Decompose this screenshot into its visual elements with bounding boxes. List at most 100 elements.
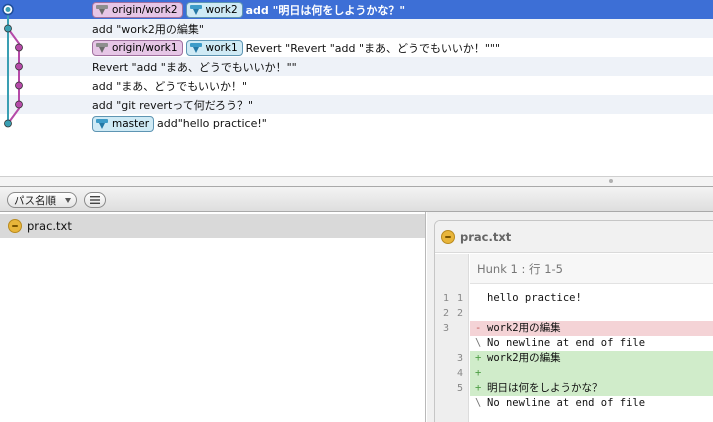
old-line-number: 2 <box>442 308 449 319</box>
commit-row-content: origin/work2 work2 add "明日は何をしようかな？" <box>92 0 405 19</box>
commit-row-content: add "まあ、どうでもいいか！" <box>92 76 247 95</box>
commit-row[interactable]: origin/work2 work2 add "明日は何をしようかな？" <box>0 0 713 19</box>
diff-line-code: \ No newline at end of file <box>470 336 713 351</box>
new-line-number: 2 <box>456 308 463 319</box>
remote-branch-icon <box>96 42 108 53</box>
diff-line-code: - work2用の編集 <box>470 321 713 336</box>
branch-label: origin/work1 <box>112 41 178 54</box>
diff-line-added[interactable]: 5 + 明日は何をしようかな？ <box>435 381 713 396</box>
diff-card: prac.txt Hunk 1 : 行 1-5 11 hello practic… <box>434 220 713 422</box>
diff-line-code: \ No newline at end of file <box>470 396 713 411</box>
diff-line-added[interactable]: 3 + work2用の編集 <box>435 351 713 366</box>
graph-node <box>15 62 23 71</box>
commit-row[interactable]: add "git revertって何だろう？" <box>0 95 713 114</box>
commit-message: add "まあ、どうでもいいか！" <box>92 79 248 93</box>
commit-row-content: Revert "add "まあ、どうでもいいか！"" <box>92 57 297 76</box>
diff-marker: \ <box>475 337 482 349</box>
graph-node <box>5 7 11 12</box>
commit-row[interactable]: origin/work1 work1 Revert "Revert "add "まあ… <box>0 38 713 57</box>
diff-file-name: prac.txt <box>460 229 512 244</box>
diff-line-context[interactable]: \ No newline at end of file <box>435 336 713 351</box>
graph-node <box>15 81 23 90</box>
file-name: prac.txt <box>27 219 72 233</box>
graph-node <box>4 24 12 33</box>
new-line-number: 3 <box>456 353 463 364</box>
graph-node <box>15 100 23 109</box>
commit-row-content: origin/work1 work1 Revert "Revert "add "まあ… <box>92 38 500 57</box>
diff-line-removed[interactable]: 3 - work2用の編集 <box>435 321 713 336</box>
hunk-header: Hunk 1 : 行 1-5 <box>470 254 713 284</box>
commit-message: Revert "Revert "add "まあ、どうでもいいか！""" <box>245 41 501 55</box>
commit-row-content: add "work2用の編集" <box>92 19 204 38</box>
branch-icon <box>96 118 108 129</box>
diff-marker <box>475 306 487 321</box>
commit-row-content: add "git revertって何だろう？" <box>92 95 253 114</box>
list-icon <box>90 196 100 204</box>
diff-file-header: prac.txt <box>435 221 713 253</box>
diff-line-context[interactable]: 11 hello practice! <box>435 291 713 306</box>
commit-graph <box>2 3 23 128</box>
chevron-down-icon <box>65 198 71 203</box>
remote-branch-tag[interactable]: origin/work2 <box>92 1 183 18</box>
commit-message: add "git revertって何だろう？" <box>92 98 254 112</box>
commit-row[interactable]: add "まあ、どうでもいいか！" <box>0 76 713 95</box>
branch-label: work2 <box>205 3 238 16</box>
diff-line-context[interactable]: 22 <box>435 306 713 321</box>
changed-files-list[interactable]: prac.txt <box>0 212 426 422</box>
graph-node <box>4 119 12 128</box>
new-line-number: 5 <box>456 383 463 394</box>
file-row[interactable]: prac.txt <box>0 214 425 238</box>
diff-line-code: + work2用の編集 <box>470 351 713 366</box>
diff-line-text: No newline at end of file <box>487 337 646 349</box>
diff-line-text: work2用の編集 <box>487 352 561 364</box>
modified-icon <box>441 229 455 244</box>
local-branch-tag[interactable]: master <box>92 115 155 132</box>
sourcetree-window: origin/work2 work2 add "明日は何をしようかな？" add "w… <box>0 0 713 422</box>
diff-line-text: work2用の編集 <box>487 322 561 334</box>
branch-icon <box>189 4 202 15</box>
diff-marker: + <box>475 367 482 379</box>
diff-marker: \ <box>475 397 482 409</box>
local-branch-tag[interactable]: work1 <box>185 39 243 56</box>
diff-line-code: hello practice! <box>470 291 713 306</box>
new-line-number: 4 <box>456 368 463 379</box>
old-line-number: 1 <box>442 293 449 304</box>
diff-line-text: 明日は何をしようかな？ <box>487 382 603 394</box>
local-branch-tag[interactable]: work2 <box>185 1 243 18</box>
diff-line-code <box>470 306 713 321</box>
diff-line-text: No newline at end of file <box>487 397 646 409</box>
modified-icon <box>8 219 22 233</box>
commit-message: add"hello practice!" <box>157 117 267 130</box>
commit-message: add "work2用の編集" <box>92 22 204 36</box>
diff-marker: - <box>475 322 482 334</box>
branch-label: work1 <box>205 41 238 54</box>
diff-line-text: hello practice! <box>487 292 582 304</box>
graph-lane-work1 <box>7 27 20 125</box>
graph-node <box>15 43 23 52</box>
branch-label: master <box>112 117 150 130</box>
diff-line-context[interactable]: \ No newline at end of file <box>435 396 713 411</box>
commit-row[interactable]: add "work2用の編集" <box>0 19 713 38</box>
diff-line-added[interactable]: 4 + <box>435 366 713 381</box>
commit-message: add "明日は何をしようかな？" <box>245 3 406 17</box>
diff-marker <box>475 291 487 306</box>
pane-splitter[interactable] <box>0 176 713 186</box>
sort-order-select[interactable]: パス名順 <box>7 192 77 208</box>
branch-icon <box>189 42 202 53</box>
commit-row[interactable]: master add"hello practice!" <box>0 114 713 133</box>
branch-label: origin/work2 <box>112 3 178 16</box>
file-toolbar: パス名順 <box>0 186 713 212</box>
commit-message: Revert "add "まあ、どうでもいいか！"" <box>92 60 297 74</box>
splitter-grip-icon[interactable] <box>609 179 613 183</box>
diff-panel: prac.txt Hunk 1 : 行 1-5 11 hello practic… <box>427 212 713 422</box>
commit-history-list[interactable]: origin/work2 work2 add "明日は何をしようかな？" add "w… <box>0 0 713 181</box>
diff-line-code: + 明日は何をしようかな？ <box>470 381 713 396</box>
commit-row-content: master add"hello practice!" <box>92 114 267 133</box>
diff-line-code: + <box>470 366 713 381</box>
old-line-number: 3 <box>442 323 449 334</box>
commit-row[interactable]: Revert "add "まあ、どうでもいいか！"" <box>0 57 713 76</box>
sort-order-label: パス名順 <box>14 194 56 207</box>
list-view-button[interactable] <box>84 192 106 208</box>
diff-marker: + <box>475 352 482 364</box>
remote-branch-tag[interactable]: origin/work1 <box>92 39 183 56</box>
